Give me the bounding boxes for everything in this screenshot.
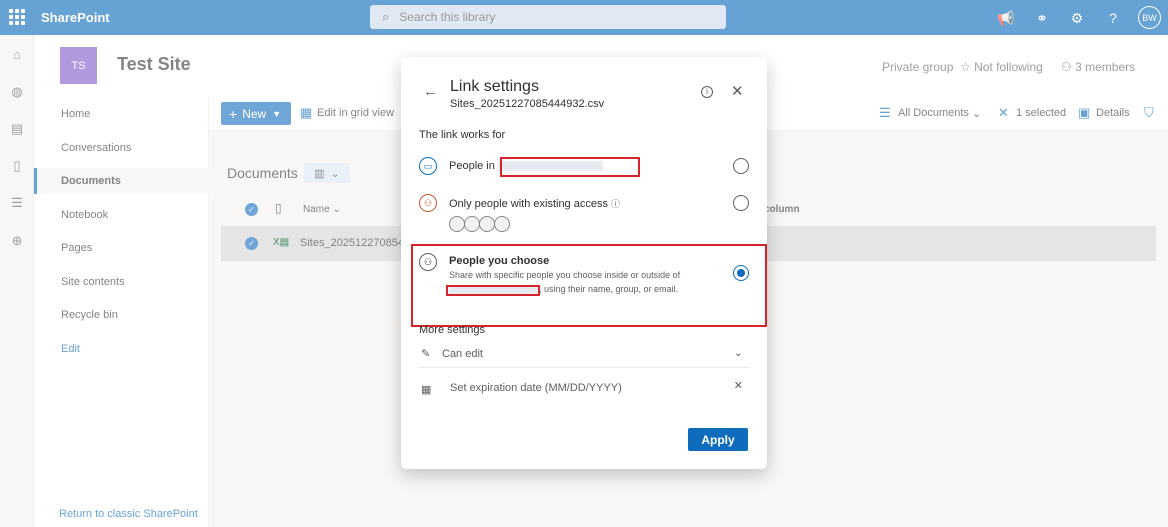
existing-access-text: Only people with existing access	[449, 198, 608, 210]
expiration-date-field[interactable]: ▦ Set expiration date (MM/DD/YYYY) ✕	[419, 373, 749, 401]
info-icon[interactable]: ⓘ	[611, 199, 620, 209]
person-lock-icon: ⚇	[419, 194, 437, 212]
dialog-filename: Sites_20251227085444932.csv	[450, 98, 605, 110]
close-icon[interactable]: ✕	[731, 82, 744, 100]
radio-people-in-org[interactable]	[733, 158, 749, 174]
avatar	[464, 216, 480, 232]
dialog-title: Link settings	[450, 78, 539, 95]
link-works-for-label: The link works for	[419, 129, 506, 141]
apply-button[interactable]: Apply	[688, 428, 748, 451]
clear-date-icon[interactable]: ✕	[734, 379, 743, 392]
link-settings-dialog: ← Link settings Sites_20251227085444932.…	[401, 57, 767, 469]
avatar	[449, 216, 465, 232]
highlight-box	[500, 157, 640, 177]
info-icon[interactable]: i	[701, 86, 713, 98]
pencil-icon: ✎	[421, 348, 431, 360]
radio-existing-access[interactable]	[733, 195, 749, 211]
permission-value: Can edit	[442, 348, 483, 360]
people-in-text: People in	[449, 160, 495, 172]
highlight-box	[446, 285, 540, 296]
back-arrow-icon[interactable]: ←	[423, 83, 438, 100]
chevron-down-icon: ⌄	[733, 347, 743, 359]
more-settings-label: More settings	[419, 324, 486, 336]
access-avatars	[449, 216, 510, 232]
avatar	[494, 216, 510, 232]
organization-icon: ▭	[419, 157, 437, 175]
option-existing-access[interactable]: ⚇ Only people with existing access ⓘ	[419, 194, 749, 236]
calendar-icon: ▦	[421, 384, 432, 396]
permission-dropdown[interactable]: ✎ Can edit ⌄	[419, 340, 749, 368]
avatar	[479, 216, 495, 232]
expiration-placeholder[interactable]: Set expiration date (MM/DD/YYYY)	[450, 382, 622, 394]
option-existing-access-label: Only people with existing access ⓘ	[449, 197, 620, 210]
